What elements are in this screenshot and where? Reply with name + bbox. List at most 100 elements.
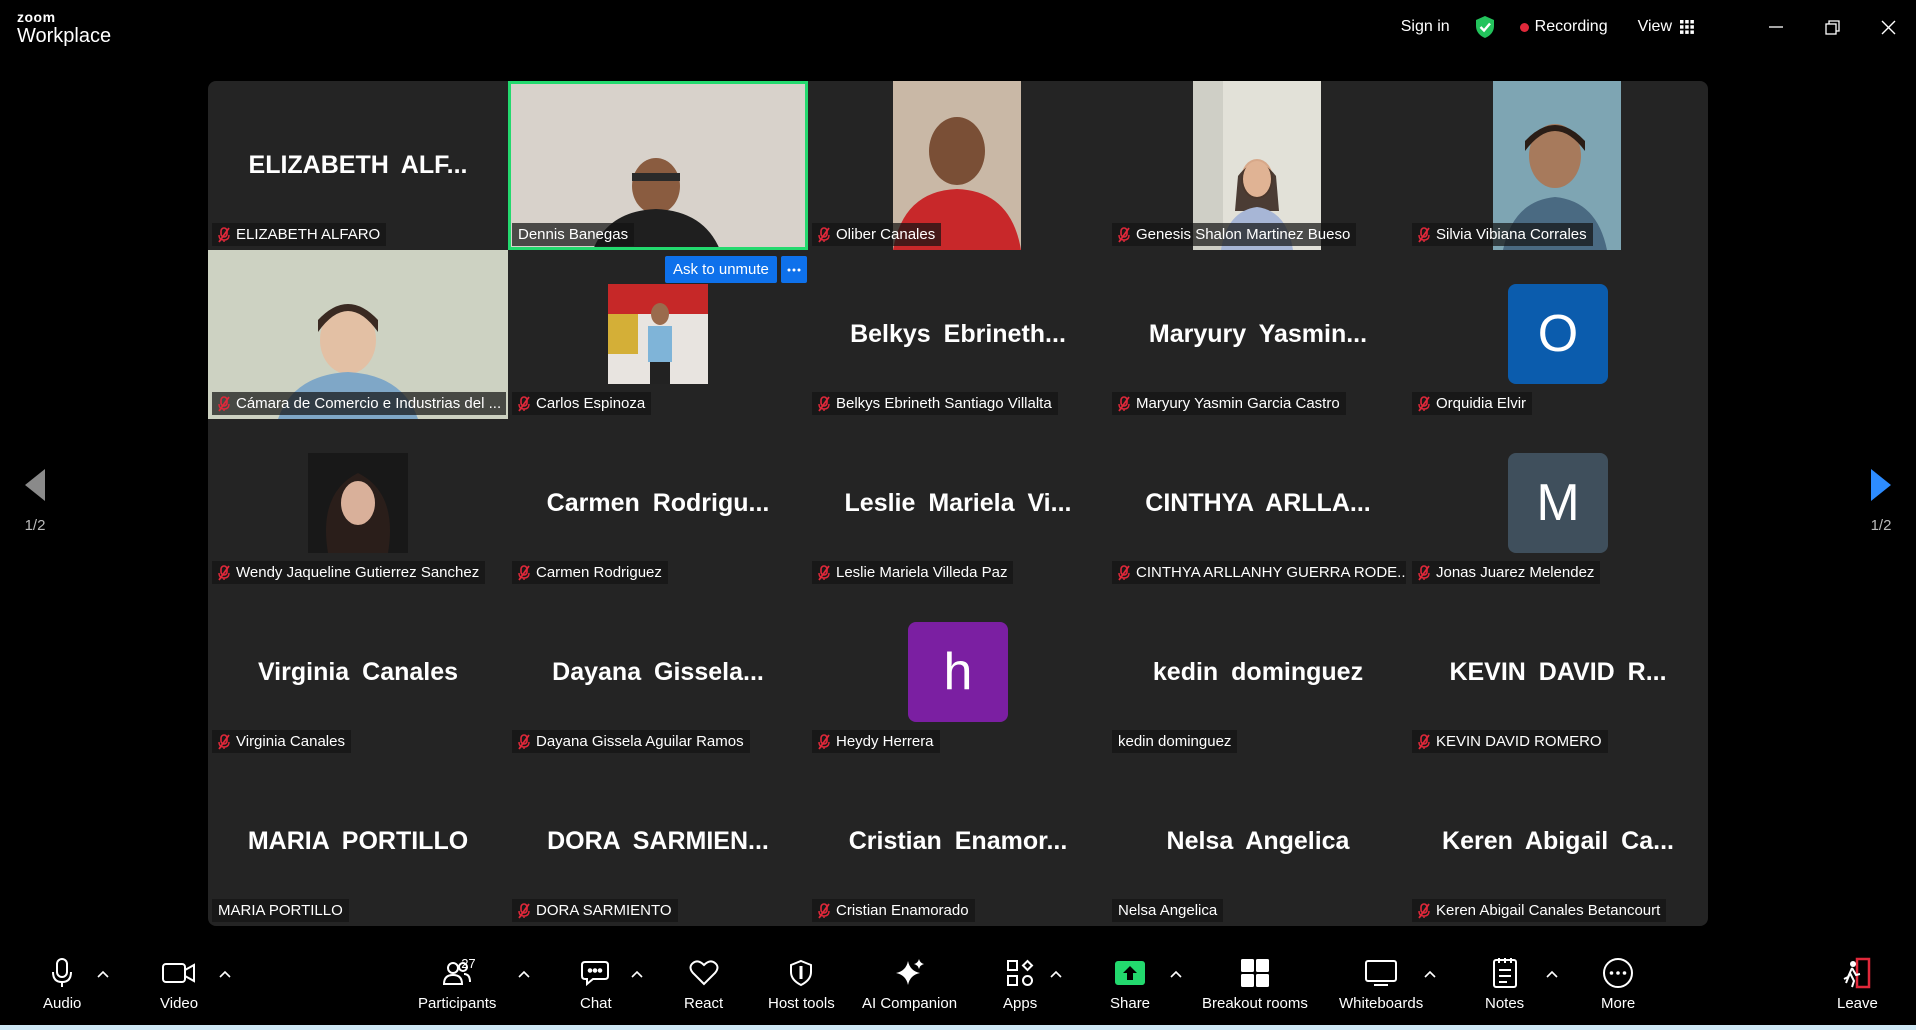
react-label: React: [684, 995, 724, 1012]
participant-name-text: Belkys Ebrineth Santiago Villalta: [836, 395, 1052, 412]
view-button[interactable]: View: [1638, 18, 1694, 36]
participant-tile[interactable]: CINTHYA ARLLA... CINTHYA ARLLANHY GUERRA …: [1108, 419, 1408, 588]
participant-tile[interactable]: Leslie Mariela Vi... Leslie Mariela Ville…: [808, 419, 1108, 588]
ellipsis-icon: [787, 268, 801, 271]
breakout-rooms-button[interactable]: Breakout rooms: [1202, 956, 1308, 1012]
muted-mic-icon: [518, 902, 530, 919]
audio-button[interactable]: Audio: [43, 956, 81, 1012]
muted-mic-icon: [1118, 226, 1130, 243]
arrow-right-icon: [1871, 468, 1891, 501]
tile-more-options-button[interactable]: [780, 256, 807, 283]
react-button[interactable]: React: [684, 956, 723, 1012]
participant-tile[interactable]: MARIA PORTILLO MARIA PORTILLO: [208, 757, 508, 926]
participants-options-caret-icon[interactable]: [518, 970, 530, 978]
share-options-caret-icon[interactable]: [1170, 970, 1182, 978]
participant-tile[interactable]: Maryury Yasmin... Maryury Yasmin Garcia C…: [1108, 250, 1408, 419]
participant-tile[interactable]: Virginia Canales Virginia Canales: [208, 588, 508, 757]
leave-button[interactable]: Leave: [1837, 956, 1878, 1012]
participant-tile[interactable]: KEVIN DAVID R... KEVIN DAVID ROMERO: [1408, 588, 1708, 757]
participant-display-name: Keren Abigail Ca...: [1442, 827, 1674, 855]
whiteboard-icon: [1365, 960, 1398, 986]
participant-tile[interactable]: Nelsa Angelica Nelsa Angelica: [1108, 757, 1408, 926]
participant-tile[interactable]: Silvia Vibiana Corrales: [1408, 81, 1708, 250]
more-button[interactable]: More: [1601, 956, 1635, 1012]
previous-page-button[interactable]: 1/2: [0, 440, 70, 560]
participant-tile[interactable]: Genesis Shalon Martinez Bueso: [1108, 81, 1408, 250]
ask-to-unmute-button[interactable]: Ask to unmute: [665, 256, 777, 283]
host-tools-label: Host tools: [768, 995, 835, 1012]
participant-tile[interactable]: Cristian Enamor... Cristian Enamorado: [808, 757, 1108, 926]
participant-tile[interactable]: Dennis Banegas: [508, 81, 808, 250]
ai-companion-button[interactable]: AI Companion: [862, 956, 957, 1012]
participant-tile[interactable]: Belkys Ebrineth... Belkys Ebrineth Santia…: [808, 250, 1108, 419]
participant-display-name: Belkys Ebrineth...: [850, 320, 1066, 348]
video-button[interactable]: Video: [160, 956, 198, 1012]
recording-dot-icon: [1519, 22, 1529, 32]
participant-tile[interactable]: M Jonas Juarez Melendez: [1408, 419, 1708, 588]
host-tools-button[interactable]: Host tools: [768, 956, 835, 1012]
participant-tile[interactable]: h Heydy Herrera: [808, 588, 1108, 757]
audio-options-caret-icon[interactable]: [97, 970, 109, 978]
sign-in-link[interactable]: Sign in: [1401, 18, 1450, 36]
participant-name-text: Cámara de Comercio e Industrias del ...: [236, 395, 502, 412]
muted-mic-icon: [1418, 902, 1430, 919]
apps-button[interactable]: Apps: [1003, 956, 1037, 1012]
chat-options-caret-icon[interactable]: [631, 970, 643, 978]
participant-tile[interactable]: Cámara de Comercio e Industrias del ...: [208, 250, 508, 419]
zoom-logo: zoom Workplace: [17, 10, 111, 46]
participant-display-name: DORA SARMIEN...: [547, 827, 769, 855]
notes-options-caret-icon[interactable]: [1546, 970, 1558, 978]
participant-tile[interactable]: Keren Abigail Ca... Keren Abigail Canales…: [1408, 757, 1708, 926]
participant-name-label: Jonas Juarez Melendez: [1412, 561, 1601, 584]
apps-options-caret-icon[interactable]: [1050, 970, 1062, 978]
participant-name-text: Carlos Espinoza: [536, 395, 646, 412]
participant-tile[interactable]: kedin dominguez kedin dominguez: [1108, 588, 1408, 757]
video-options-caret-icon[interactable]: [219, 970, 231, 978]
muted-mic-icon: [218, 733, 230, 750]
participant-name-label: Maryury Yasmin Garcia Castro: [1112, 392, 1346, 415]
participant-name-label: kedin dominguez: [1112, 730, 1238, 753]
participant-tile[interactable]: Oliber Canales: [808, 81, 1108, 250]
muted-mic-icon: [818, 733, 830, 750]
participant-tile[interactable]: Carmen Rodrigu... Carmen Rodriguez: [508, 419, 808, 588]
participant-tile[interactable]: ELIZABETH ALF... ELIZABETH ALFARO: [208, 81, 508, 250]
participant-name-text: Maryury Yasmin Garcia Castro: [1136, 395, 1340, 412]
whiteboards-options-caret-icon[interactable]: [1424, 970, 1436, 978]
close-button[interactable]: [1860, 0, 1916, 54]
participant-name-text: Nelsa Angelica: [1118, 902, 1218, 919]
participant-tile[interactable]: Dayana Gissela... Dayana Gissela Aguilar …: [508, 588, 808, 757]
muted-mic-icon: [818, 395, 830, 412]
participant-display-name: Cristian Enamor...: [848, 827, 1068, 855]
next-page-button[interactable]: 1/2: [1846, 440, 1916, 560]
leave-label: Leave: [1837, 995, 1878, 1012]
participant-tile[interactable]: DORA SARMIEN... DORA SARMIENTO: [508, 757, 808, 926]
chat-button[interactable]: Chat: [580, 956, 612, 1012]
share-button[interactable]: Share: [1110, 956, 1150, 1012]
heart-icon: [689, 960, 719, 986]
participant-display-name: MARIA PORTILLO: [247, 827, 469, 855]
notes-button[interactable]: Notes: [1485, 956, 1524, 1012]
participant-name-label: DORA SARMIENTO: [512, 899, 678, 922]
participant-name-text: Cristian Enamorado: [836, 902, 969, 919]
share-screen-icon: [1115, 961, 1146, 985]
page-indicator-left: 1/2: [24, 516, 46, 534]
video-camera-icon: [162, 963, 196, 983]
restore-button[interactable]: [1804, 0, 1860, 54]
recording-label: Recording: [1534, 18, 1608, 35]
muted-mic-icon: [1418, 395, 1430, 412]
minimize-button[interactable]: [1748, 0, 1804, 54]
participant-display-name: Carmen Rodrigu...: [546, 489, 770, 517]
encryption-shield-icon[interactable]: [1474, 15, 1496, 39]
participants-button[interactable]: 27 Participants: [418, 956, 496, 1012]
muted-mic-icon: [1418, 226, 1430, 243]
restore-icon: [1824, 19, 1840, 35]
muted-mic-icon: [818, 564, 830, 581]
participant-display-name: ELIZABETH ALF...: [248, 151, 468, 179]
muted-mic-icon: [1118, 564, 1130, 581]
muted-mic-icon: [518, 395, 530, 412]
participant-tile[interactable]: O Orquidia Elvir: [1408, 250, 1708, 419]
grid-icon: [1680, 20, 1694, 34]
whiteboards-button[interactable]: Whiteboards: [1339, 956, 1423, 1012]
participant-tile[interactable]: Wendy Jaqueline Gutierrez Sanchez: [208, 419, 508, 588]
recording-indicator[interactable]: Recording: [1519, 18, 1608, 36]
